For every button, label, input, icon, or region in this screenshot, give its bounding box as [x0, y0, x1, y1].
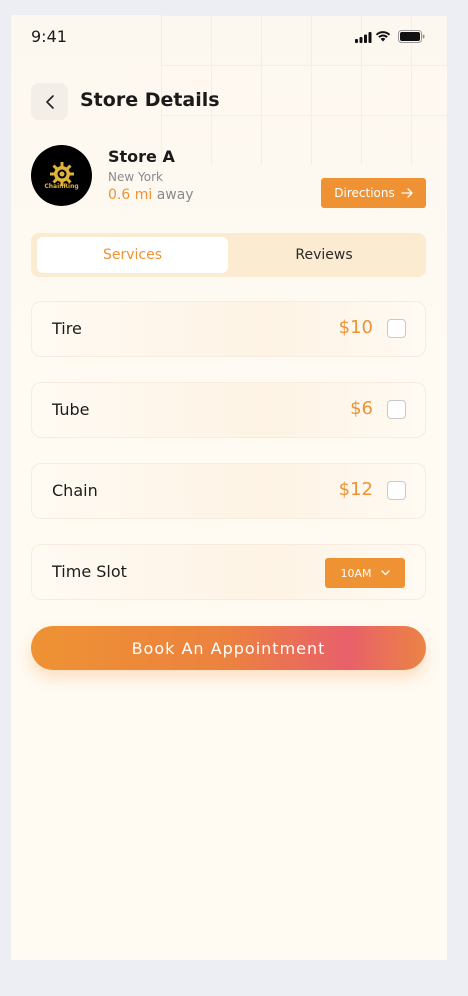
service-row-chain[interactable]: Chain $12: [31, 463, 426, 519]
time-slot-value: 10AM: [340, 566, 372, 580]
directions-label: Directions: [334, 186, 395, 200]
chevron-down-icon: [380, 570, 390, 576]
service-row-tire[interactable]: Tire $10: [31, 301, 426, 357]
store-city: New York: [108, 170, 163, 184]
battery-icon: [398, 30, 425, 43]
distance-value: 0.6 mi: [108, 187, 153, 203]
logo-wordmark: ChainRing: [44, 183, 79, 190]
page-title: Store Details: [80, 89, 220, 111]
service-checkbox[interactable]: [387, 400, 406, 419]
status-time: 9:41: [31, 27, 67, 46]
service-checkbox[interactable]: [387, 481, 406, 500]
tab-reviews[interactable]: Reviews: [228, 237, 420, 273]
service-name: Tire: [52, 319, 82, 338]
tab-bar: Services Reviews: [31, 233, 426, 277]
phone-screen: 9:41 Store Details ChainRing Store A New…: [11, 15, 447, 960]
book-appointment-button[interactable]: Book An Appointment: [31, 626, 426, 670]
back-chevron-icon: [45, 94, 54, 109]
store-distance: 0.6 mi away: [108, 187, 194, 203]
service-name: Tube: [52, 400, 90, 419]
directions-button[interactable]: Directions: [321, 178, 426, 208]
service-price: $10: [338, 317, 373, 338]
distance-suffix: away: [156, 187, 194, 203]
service-price: $12: [338, 479, 373, 500]
store-name: Store A: [108, 147, 175, 166]
store-logo: ChainRing: [31, 145, 92, 206]
signal-icon: [355, 32, 372, 43]
back-button[interactable]: [31, 83, 68, 120]
service-price: $6: [350, 398, 373, 419]
time-slot-dropdown[interactable]: 10AM: [325, 558, 405, 588]
time-slot-label: Time Slot: [52, 562, 127, 581]
status-bar: 9:41: [11, 15, 447, 59]
service-checkbox[interactable]: [387, 319, 406, 338]
arrow-right-icon: [401, 188, 413, 198]
service-name: Chain: [52, 481, 98, 500]
tab-services[interactable]: Services: [37, 237, 228, 273]
service-row-tube[interactable]: Tube $6: [31, 382, 426, 438]
wifi-icon: [375, 31, 391, 42]
time-slot-row: Time Slot 10AM: [31, 544, 426, 600]
